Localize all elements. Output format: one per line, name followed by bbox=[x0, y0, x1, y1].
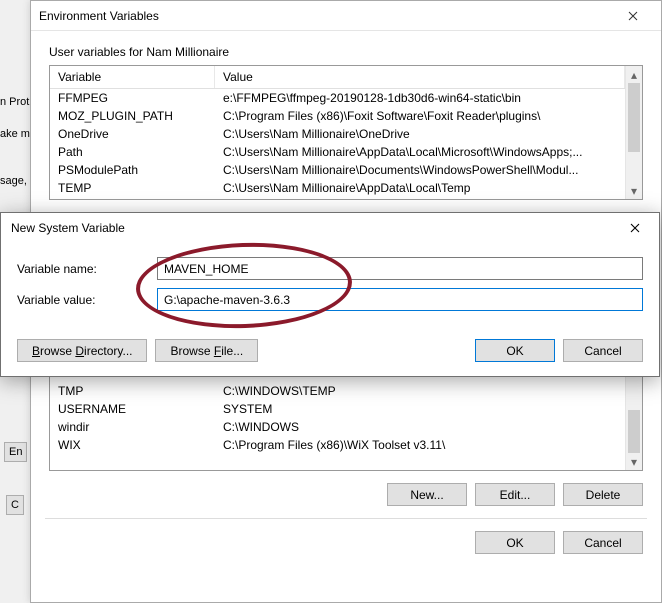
table-row[interactable]: TEMPC:\Users\Nam Millionaire\AppData\Loc… bbox=[50, 179, 625, 197]
variable-value-input[interactable] bbox=[157, 288, 643, 311]
frag-text: n Prot bbox=[0, 96, 29, 108]
scroll-thumb[interactable] bbox=[628, 410, 640, 453]
cancel-button[interactable]: Cancel bbox=[563, 531, 643, 554]
frag-text: sage, bbox=[0, 175, 27, 187]
scroll-down-icon[interactable]: ▾ bbox=[626, 453, 642, 470]
edit-button[interactable]: Edit... bbox=[475, 483, 555, 506]
delete-button[interactable]: Delete bbox=[563, 483, 643, 506]
frag-text: ake m bbox=[0, 128, 30, 140]
close-button[interactable] bbox=[613, 2, 653, 30]
new-system-variable-dialog: New System Variable Variable name: Varia… bbox=[0, 212, 660, 377]
dialog-titlebar: New System Variable bbox=[1, 213, 659, 243]
system-variables-list[interactable]: TEMPC:\WINDOWS\TEMP TMPC:\WINDOWS\TEMP U… bbox=[49, 363, 643, 471]
variable-value-label: Variable value: bbox=[17, 293, 157, 307]
scroll-up-icon[interactable]: ▴ bbox=[626, 66, 642, 83]
variable-name-label: Variable name: bbox=[17, 262, 157, 276]
close-icon bbox=[630, 223, 640, 233]
system-vars-button-row: New... Edit... Delete bbox=[31, 471, 661, 518]
table-row[interactable]: PSModulePathC:\Users\Nam Millionaire\Doc… bbox=[50, 161, 625, 179]
ok-button[interactable]: OK bbox=[475, 531, 555, 554]
table-row[interactable]: windirC:\WINDOWS bbox=[50, 418, 625, 436]
dialog-titlebar: Environment Variables bbox=[31, 1, 661, 31]
table-row[interactable]: TMPC:\WINDOWS\TEMP bbox=[50, 382, 625, 400]
list-header[interactable]: Variable Value bbox=[50, 66, 625, 89]
scroll-down-icon[interactable]: ▾ bbox=[626, 182, 642, 199]
new-button[interactable]: New... bbox=[387, 483, 467, 506]
close-button[interactable] bbox=[615, 214, 655, 242]
frag-button[interactable]: En bbox=[4, 442, 27, 462]
scrollbar[interactable]: ▴ ▾ bbox=[625, 66, 642, 199]
table-row[interactable]: USERNAMESYSTEM bbox=[50, 400, 625, 418]
frag-button[interactable]: C bbox=[6, 495, 24, 515]
browse-file-button[interactable]: Browse File... bbox=[155, 339, 258, 362]
user-variables-list[interactable]: Variable Value FFMPEGe:\FFMPEG\ffmpeg-20… bbox=[49, 65, 643, 200]
table-row[interactable]: MOZ_PLUGIN_PATHC:\Program Files (x86)\Fo… bbox=[50, 107, 625, 125]
dialog-button-row: OK Cancel bbox=[31, 519, 661, 566]
scroll-thumb[interactable] bbox=[628, 83, 640, 152]
col-variable[interactable]: Variable bbox=[50, 66, 215, 88]
table-row[interactable]: OneDriveC:\Users\Nam Millionaire\OneDriv… bbox=[50, 125, 625, 143]
user-vars-label: User variables for Nam Millionaire bbox=[31, 31, 661, 65]
variable-name-input[interactable] bbox=[157, 257, 643, 280]
table-row[interactable]: FFMPEGe:\FFMPEG\ffmpeg-20190128-1db30d6-… bbox=[50, 89, 625, 107]
col-value[interactable]: Value bbox=[215, 66, 625, 88]
close-icon bbox=[628, 11, 638, 21]
cancel-button[interactable]: Cancel bbox=[563, 339, 643, 362]
browse-directory-button[interactable]: Browse Directory... bbox=[17, 339, 147, 362]
dialog-title: New System Variable bbox=[11, 221, 125, 235]
table-row[interactable]: WIXC:\Program Files (x86)\WiX Toolset v3… bbox=[50, 436, 625, 454]
ok-button[interactable]: OK bbox=[475, 339, 555, 362]
scrollbar[interactable]: ▴ ▾ bbox=[625, 364, 642, 470]
table-row[interactable]: PathC:\Users\Nam Millionaire\AppData\Loc… bbox=[50, 143, 625, 161]
dialog-title: Environment Variables bbox=[39, 9, 159, 23]
